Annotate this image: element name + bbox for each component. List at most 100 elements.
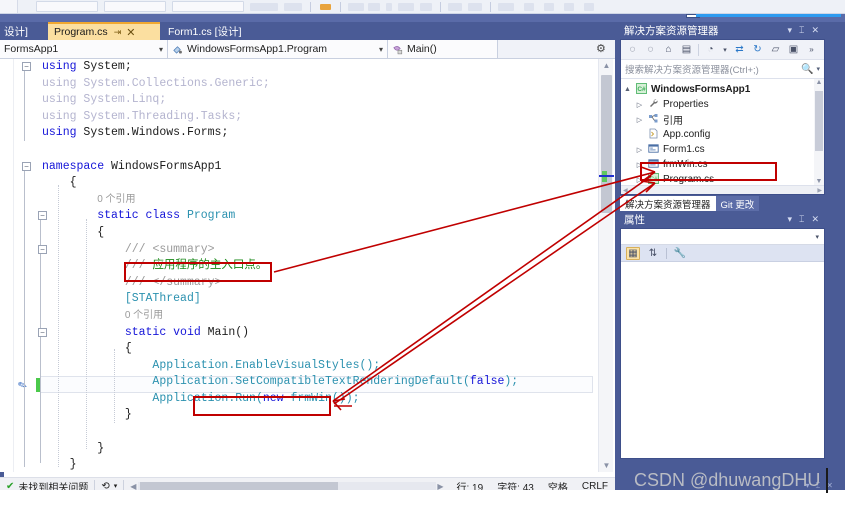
properties-toolbar[interactable]: ▦ ⇅ 🔧 xyxy=(621,245,824,262)
toolbar-stop-button[interactable] xyxy=(284,3,302,11)
toolbar-window-icon[interactable] xyxy=(420,3,432,11)
dock-tab-strip[interactable]: 解决方案资源管理器 Git 更改 xyxy=(620,195,825,211)
chevron-down-icon[interactable]: ▾ xyxy=(114,482,118,490)
toolbar-platform-dropdown[interactable] xyxy=(104,1,166,12)
solution-explorer-search[interactable]: 搜索解决方案资源管理器(Ctrl+;) 🔍 ▾ xyxy=(621,60,824,79)
pin-icon[interactable]: ⌶ xyxy=(799,25,804,36)
pin-icon[interactable]: ⇥ xyxy=(114,27,122,38)
properties-object-combo[interactable]: ▾ xyxy=(621,229,824,245)
expander-icon[interactable]: ▷ xyxy=(633,176,646,184)
chevron-down-icon[interactable]: ▾ xyxy=(371,45,383,54)
code-line[interactable]: − using System; xyxy=(22,59,595,76)
search-input[interactable]: 搜索解决方案资源管理器(Ctrl+;) xyxy=(625,62,759,76)
tree-item-programcs[interactable]: ▷ C# Program.cs xyxy=(621,172,824,185)
scroll-down-icon[interactable]: ▼ xyxy=(814,178,824,185)
code-line[interactable]: Application.Run(new frmWin()); xyxy=(42,391,595,408)
toolbar-run-button[interactable] xyxy=(250,3,278,11)
expander-icon[interactable]: ▷ xyxy=(633,161,646,169)
home-icon[interactable]: ⌂ xyxy=(662,44,675,55)
toolbar-hot-reload-icon[interactable] xyxy=(320,4,331,10)
expander-icon[interactable]: ▷ xyxy=(633,146,646,154)
nav-member-dropdown[interactable]: Main() xyxy=(388,40,498,58)
tree-item-form1cs[interactable]: ▷ Form1.cs xyxy=(621,142,824,157)
code-line[interactable] xyxy=(42,424,595,441)
code-line[interactable]: } xyxy=(42,441,595,458)
toolbar-zoom-icon[interactable] xyxy=(468,3,482,11)
chevron-down-icon[interactable]: ▾ xyxy=(722,46,728,54)
tree-item-appconfig[interactable]: App.config xyxy=(621,127,824,142)
dock-tab-git-changes[interactable]: Git 更改 xyxy=(715,196,760,211)
chevron-down-icon[interactable]: ▾ xyxy=(815,233,824,241)
toolbar-misc-icon-2[interactable] xyxy=(544,3,554,11)
expander-icon[interactable]: ▲ xyxy=(621,86,634,93)
close-icon[interactable]: ✕ xyxy=(811,214,819,225)
properties-window-controls[interactable]: ▾ ⌶ ✕ xyxy=(788,214,825,225)
gear-icon[interactable]: ⚙ xyxy=(596,42,606,55)
chevron-down-icon[interactable]: ▾ xyxy=(151,45,163,54)
code-line[interactable]: using System.Collections.Generic; xyxy=(42,76,595,93)
fold-minus-icon[interactable]: − xyxy=(38,211,47,221)
scroll-left-icon[interactable]: ◀ xyxy=(623,187,628,194)
pin-icon[interactable]: ⌶ xyxy=(799,214,804,225)
chevron-down-icon[interactable]: ▾ xyxy=(788,214,793,225)
code-line[interactable]: { xyxy=(42,225,595,242)
toolbar-startup-dropdown[interactable] xyxy=(172,1,244,12)
fold-minus-icon[interactable]: − xyxy=(38,244,47,254)
code-line[interactable]: Application.EnableVisualStyles(); xyxy=(42,358,595,375)
tree-item-windowsformsapp1[interactable]: ▲ C# WindowsFormsApp1 xyxy=(621,82,824,97)
nav-type-dropdown[interactable]: WindowsFormsApp1.Program ▾ xyxy=(168,40,388,58)
collapse-all-icon[interactable]: ▱ xyxy=(769,44,782,55)
tab-program-cs[interactable]: Program.cs ⇥ ✕ xyxy=(48,22,160,40)
dock-tab-solution-explorer[interactable]: 解决方案资源管理器 xyxy=(620,196,716,211)
toolbar-step-over-icon[interactable] xyxy=(368,3,380,11)
scroll-up-icon[interactable]: ▲ xyxy=(814,79,824,86)
code-line[interactable]: using System.Linq; xyxy=(42,92,595,109)
code-line[interactable]: using System.Windows.Forms; xyxy=(42,125,595,142)
tree-horizontal-scrollbar[interactable]: ◀ ▶ xyxy=(621,185,824,194)
back-arrow-icon[interactable]: ◌ xyxy=(626,44,639,55)
scroll-up-icon[interactable]: ▲ xyxy=(599,59,614,72)
properties-grid[interactable] xyxy=(621,262,824,458)
search-icon[interactable]: 🔍 xyxy=(801,64,813,75)
code-text[interactable]: − using System; using System.Collections.G… xyxy=(22,59,595,472)
chevron-down-icon[interactable]: ▾ xyxy=(788,25,793,36)
alphabetical-icon[interactable]: ⇅ xyxy=(646,248,660,259)
scroll-right-icon[interactable]: ▶ xyxy=(817,187,822,194)
fold-minus-icon[interactable]: − xyxy=(22,161,31,171)
scrollbar-thumb[interactable] xyxy=(601,75,612,213)
tab-form1-cs-design[interactable]: Form1.cs [设计] xyxy=(162,22,282,40)
tree-item-frmwincs[interactable]: ▷ frmWin.cs xyxy=(621,157,824,172)
chevron-down-icon[interactable]: ▾ xyxy=(816,65,820,73)
tree-vertical-scrollbar[interactable]: ▲ ▼ xyxy=(814,79,824,185)
code-line[interactable]: 0 个引用 xyxy=(42,308,595,325)
code-line[interactable]: 0 个引用 xyxy=(42,192,595,209)
scroll-down-icon[interactable]: ▼ xyxy=(599,459,614,472)
code-line[interactable]: − static void Main() xyxy=(38,325,595,342)
toolbar-breakpoint-icon[interactable] xyxy=(398,3,414,11)
reload-icon[interactable]: ↻ xyxy=(751,44,764,55)
toolbar-step-out-icon[interactable] xyxy=(386,3,392,11)
code-line[interactable]: − namespace WindowsFormsApp1 xyxy=(22,159,595,176)
tree-scrollbar-thumb[interactable] xyxy=(815,91,823,151)
expander-icon[interactable]: ▷ xyxy=(633,116,646,124)
nav-project-dropdown[interactable]: FormsApp1 ▾ xyxy=(0,40,168,58)
close-icon[interactable]: ✕ xyxy=(811,25,819,36)
solution-tree[interactable]: ▲ ▼ ▲ C# WindowsFormsApp1 ▷ Properties ▷ 引用 App… xyxy=(621,79,824,185)
tab-cut-off[interactable]: 设计] xyxy=(0,22,40,40)
code-line[interactable]: − /// <summary> xyxy=(38,242,595,259)
solution-explorer-toolbar[interactable]: ◌ ◌ ⌂ ▤ ◔ ▾ ⇄ ↻ ▱ ▣ » xyxy=(621,40,824,60)
overflow-icon[interactable]: » xyxy=(805,45,818,54)
toolbar-misc-icon-1[interactable] xyxy=(524,3,534,11)
code-line[interactable]: { xyxy=(42,175,595,192)
toolbar-layout-icon[interactable] xyxy=(448,3,462,11)
fold-minus-icon[interactable]: − xyxy=(38,327,47,337)
toolbar-config-dropdown[interactable] xyxy=(36,1,98,12)
show-all-files-icon[interactable]: ▣ xyxy=(787,44,800,55)
categorized-icon[interactable]: ▦ xyxy=(626,246,640,260)
code-line[interactable]: Application.SetCompatibleTextRenderingDe… xyxy=(42,374,595,391)
close-icon[interactable]: ✕ xyxy=(126,26,135,39)
tree-item-properties[interactable]: ▷ Properties xyxy=(621,97,824,112)
sync-with-active-document-icon[interactable]: ▤ xyxy=(680,44,693,55)
code-line[interactable]: − static class Program xyxy=(38,208,595,225)
toolbar-step-into-icon[interactable] xyxy=(348,3,364,11)
